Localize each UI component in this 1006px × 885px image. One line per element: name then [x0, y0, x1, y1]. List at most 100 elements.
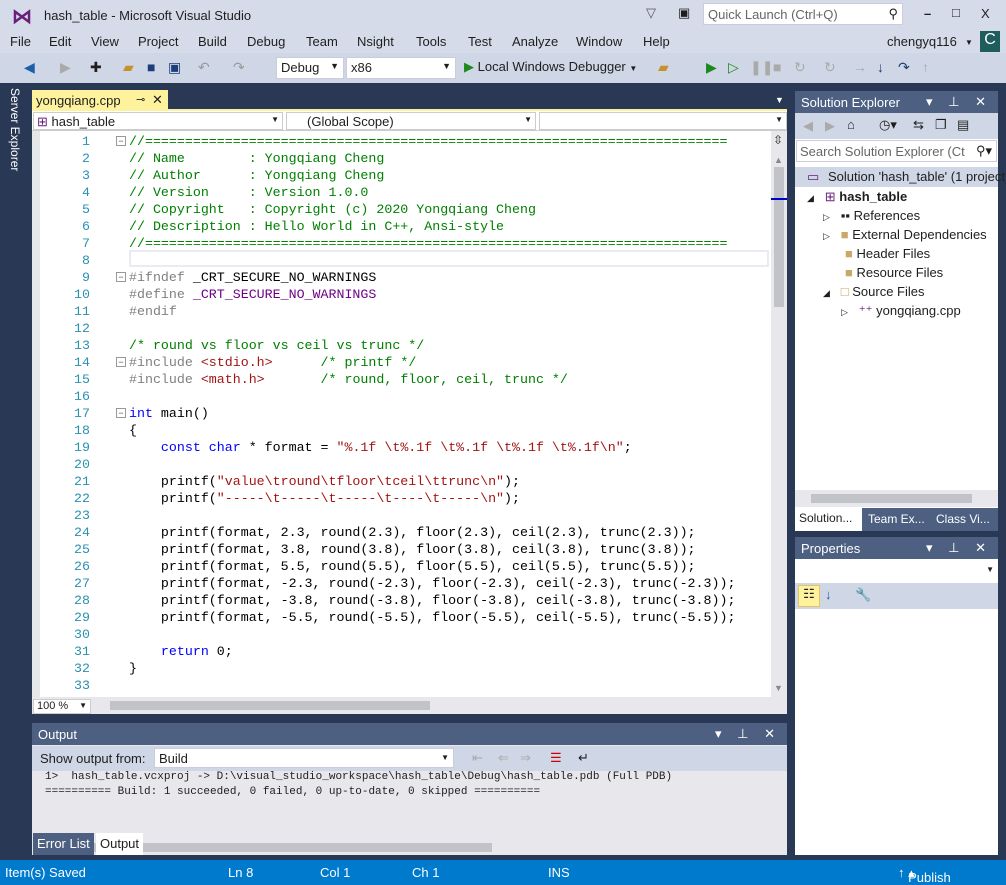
menu-analyze[interactable]: Analyze: [512, 34, 558, 49]
panel-controls[interactable]: ▾ ⊥ ✕: [926, 540, 992, 556]
code-line[interactable]: 28 printf(format, -3.8, round(-3.8), flo…: [32, 592, 771, 609]
maximize-button[interactable]: □: [952, 5, 960, 20]
chevron-down-icon[interactable]: ▼: [965, 38, 973, 47]
collapse-icon[interactable]: −: [116, 272, 126, 282]
code-editor[interactable]: 1−//====================================…: [32, 131, 771, 697]
code-line[interactable]: 21 printf("value\tround\tfloor\tceil\ttr…: [32, 473, 771, 490]
platform-select[interactable]: x86 ▼: [346, 57, 456, 79]
collapse-icon[interactable]: −: [116, 136, 126, 146]
code-line[interactable]: 32}: [32, 660, 771, 677]
code-line[interactable]: 2 // Name : Yongqiang Cheng: [32, 150, 771, 167]
code-line[interactable]: 12: [32, 320, 771, 337]
tab-output[interactable]: Output: [96, 833, 144, 855]
pause-icon[interactable]: ❚❚: [750, 59, 773, 76]
tree-item-resource-files[interactable]: ■ Resource Files: [845, 265, 943, 280]
open-file-icon[interactable]: ▰: [123, 59, 134, 76]
tree-item-external-dependencies[interactable]: ▷ ■ External Dependencies: [823, 227, 987, 242]
history-icon[interactable]: ◷▾: [879, 117, 897, 133]
publish-button[interactable]: ↑ Publish ▴: [898, 865, 951, 885]
scroll-up-icon[interactable]: ▲: [774, 155, 783, 165]
next-message-icon[interactable]: ⇒: [520, 750, 531, 766]
properties-object-select[interactable]: ▼: [795, 559, 998, 583]
menu-window[interactable]: Window: [576, 34, 622, 49]
menu-test[interactable]: Test: [468, 34, 492, 49]
code-line[interactable]: 10 #define _CRT_SECURE_NO_WARNINGS: [32, 286, 771, 303]
save-all-icon[interactable]: ▣: [168, 59, 181, 76]
server-explorer-tab[interactable]: Server Explorer: [8, 88, 22, 171]
collapse-all-icon[interactable]: ❐: [935, 117, 947, 133]
collapse-icon[interactable]: −: [116, 357, 126, 367]
code-line[interactable]: 16: [32, 388, 771, 405]
zoom-select[interactable]: 100 % ▼: [33, 699, 91, 714]
editor-vertical-scrollbar[interactable]: ⇳ ▲ ▼: [771, 131, 787, 697]
new-project-icon[interactable]: ✚: [90, 59, 102, 76]
start-debugging-button[interactable]: ▶ Local Windows Debugger ▼: [464, 59, 637, 75]
code-line[interactable]: 19 const char * format = "%.1f \t%.1f \t…: [32, 439, 771, 456]
tree-item-project[interactable]: ◢ ⊞ hash_table: [807, 189, 907, 205]
restart-icon[interactable]: ↻: [794, 59, 806, 76]
tree-item-solution[interactable]: ▭ Solution 'hash_table' (1 project): [795, 167, 1006, 187]
editor-horizontal-scrollbar[interactable]: [32, 697, 787, 714]
show-next-statement-icon[interactable]: →: [853, 59, 867, 75]
sync-icon[interactable]: ⇆: [913, 117, 924, 133]
tab-dropdown-icon[interactable]: ▼: [775, 95, 784, 105]
feedback-icon[interactable]: ▣: [678, 5, 690, 21]
tree-item-file[interactable]: ▷ ⁺⁺ yongqiang.cpp: [841, 303, 961, 319]
step-into-icon[interactable]: ↓: [877, 59, 884, 75]
back-icon[interactable]: ◀: [803, 118, 813, 134]
back-icon[interactable]: ◀: [24, 59, 35, 76]
menu-build[interactable]: Build: [198, 34, 227, 49]
step-over-icon[interactable]: ↷: [898, 59, 910, 76]
word-wrap-icon[interactable]: ↵: [578, 750, 589, 766]
code-line[interactable]: 6 // Description : Hello World in C++, An…: [32, 218, 771, 235]
menu-debug[interactable]: Debug: [247, 34, 285, 49]
code-line[interactable]: 29 printf(format, -5.5, round(-5.5), flo…: [32, 609, 771, 626]
menu-edit[interactable]: Edit: [49, 34, 71, 49]
step-out-icon[interactable]: ↑: [922, 59, 929, 75]
code-line[interactable]: 7 //=====================================…: [32, 235, 771, 252]
apply-changes-icon[interactable]: ↻: [824, 59, 836, 76]
code-line[interactable]: 14 − #include <stdio.h> /* printf */: [32, 354, 771, 371]
find-icon[interactable]: ▰: [658, 59, 669, 76]
clear-all-icon[interactable]: ☰: [550, 750, 562, 766]
tab-error-list[interactable]: Error List: [33, 833, 94, 855]
menu-tools[interactable]: Tools: [416, 34, 446, 49]
save-icon[interactable]: ■: [147, 59, 155, 75]
code-line[interactable]: 22 printf("-----\t-----\t-----\t----\t--…: [32, 490, 771, 507]
categorized-icon[interactable]: ☷: [798, 585, 820, 607]
menu-view[interactable]: View: [91, 34, 119, 49]
code-line[interactable]: 26 printf(format, 5.5, round(5.5), floor…: [32, 558, 771, 575]
menu-team[interactable]: Team: [306, 34, 338, 49]
code-line[interactable]: 9 − #ifndef _CRT_SECURE_NO_WARNINGS: [32, 269, 771, 286]
quick-launch-input[interactable]: Quick Launch (Ctrl+Q) ⚲: [703, 3, 903, 25]
user-account[interactable]: chengyq116: [887, 34, 957, 49]
code-line[interactable]: 33: [32, 677, 771, 694]
go-to-location-icon[interactable]: ⇤: [472, 750, 483, 766]
close-button[interactable]: X: [981, 6, 990, 21]
show-all-files-icon[interactable]: ▤: [957, 117, 969, 133]
member-select[interactable]: ▼: [539, 112, 787, 130]
project-select[interactable]: ⊞ hash_table ▼: [33, 112, 283, 130]
code-line[interactable]: 15 #include <math.h> /* round, floor, cei…: [32, 371, 771, 388]
scroll-thumb[interactable]: [774, 167, 784, 307]
tab-yongqiang-cpp[interactable]: yongqiang.cpp ⊸ ✕: [32, 90, 168, 110]
panel-controls[interactable]: ▾ ⊥ ✕: [926, 94, 992, 110]
tab-class-view[interactable]: Class Vi...: [936, 512, 990, 526]
previous-message-icon[interactable]: ⇐: [498, 750, 509, 766]
tab-team-explorer[interactable]: Team Ex...: [868, 512, 925, 526]
tree-item-references[interactable]: ▷ ▪▪ References: [823, 208, 920, 223]
tab-solution[interactable]: Solution...: [795, 508, 862, 531]
code-line[interactable]: 8: [32, 252, 771, 269]
configuration-select[interactable]: Debug ▼: [276, 57, 344, 79]
code-line[interactable]: 4 // Version : Version 1.0.0: [32, 184, 771, 201]
undo-icon[interactable]: ↶: [198, 59, 210, 76]
solution-search-input[interactable]: Search Solution Explorer (Ct ⚲▾: [796, 140, 997, 162]
scroll-down-icon[interactable]: ▼: [774, 683, 783, 693]
avatar[interactable]: C: [980, 31, 1000, 52]
solution-hscroll[interactable]: [795, 490, 998, 507]
menu-project[interactable]: Project: [138, 34, 178, 49]
pin-icon[interactable]: ⊸: [136, 93, 145, 106]
code-line[interactable]: 13 /* round vs floor vs ceil vs trunc */: [32, 337, 771, 354]
code-line[interactable]: 1 −//====================================…: [32, 133, 771, 150]
start-without-debug-icon[interactable]: ▷: [728, 59, 739, 76]
